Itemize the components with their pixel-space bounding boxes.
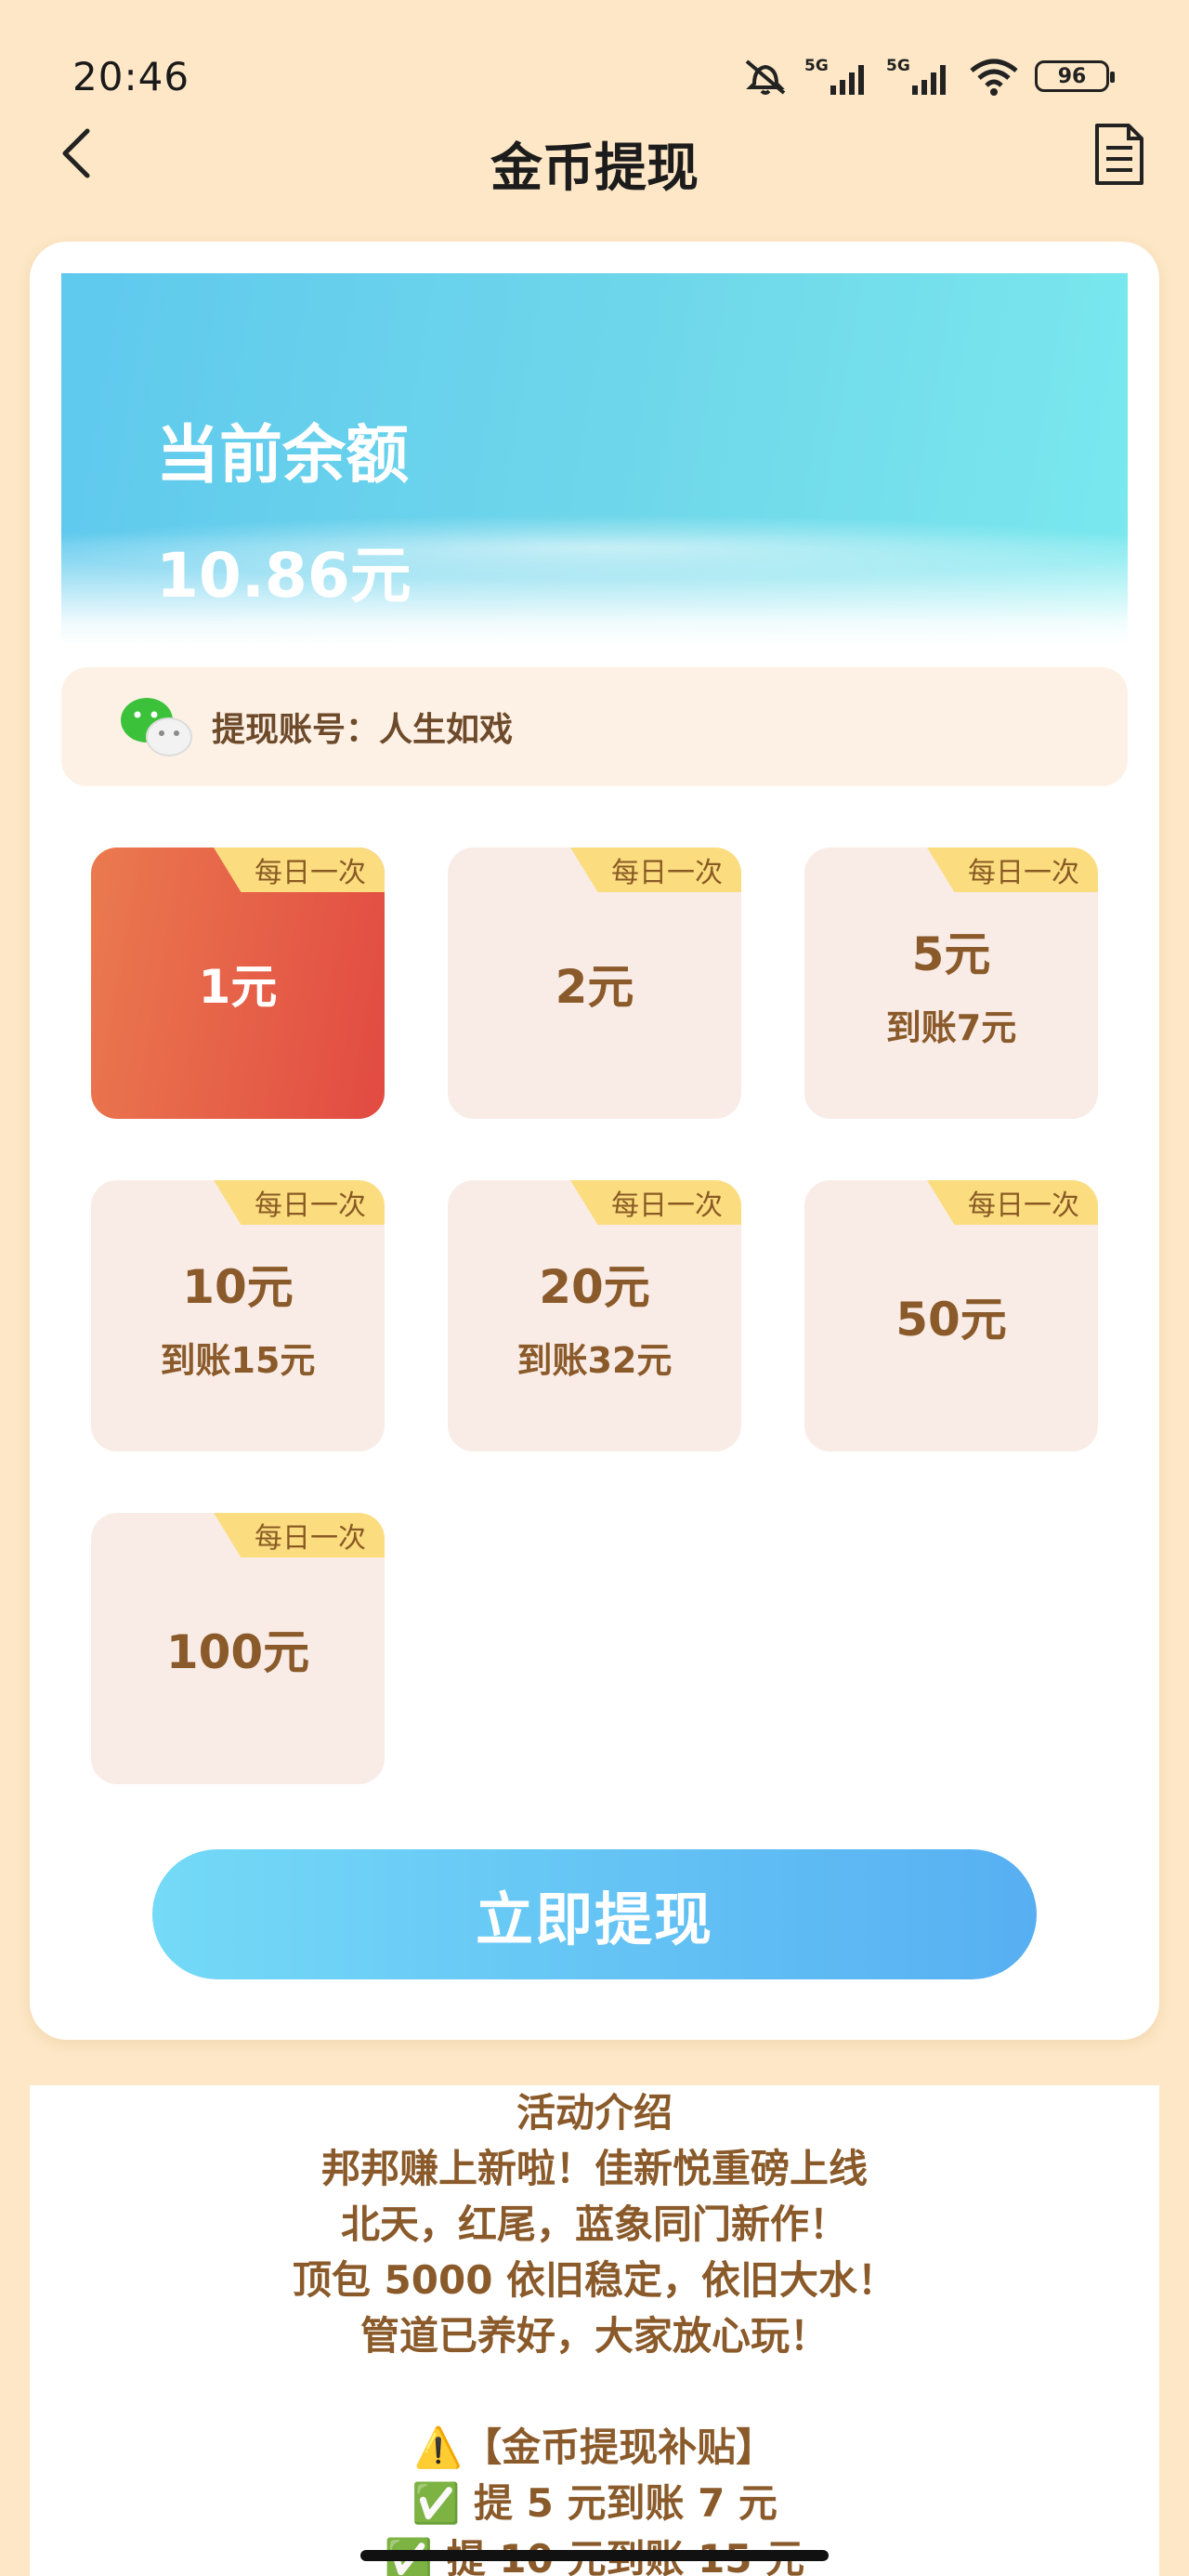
option-amount: 100元: [165, 1625, 310, 1679]
amount-option-1[interactable]: 每日一次 1元: [91, 848, 385, 1119]
amount-option-20[interactable]: 每日一次 20元 到账32元: [448, 1180, 741, 1452]
activity-line: 管道已养好，大家放心玩！: [359, 2313, 829, 2359]
svg-text:5G: 5G: [804, 57, 829, 75]
amount-option-50[interactable]: 每日一次 50元: [804, 1180, 1098, 1452]
option-amount: 5元: [911, 927, 991, 981]
amount-option-5[interactable]: 每日一次 5元 到账7元: [804, 848, 1098, 1119]
amount-option-10[interactable]: 每日一次 10元 到账15元: [91, 1180, 385, 1452]
amount-option-100[interactable]: 每日一次 100元: [91, 1513, 385, 1784]
account-text: 提现账号：人生如戏: [212, 711, 514, 749]
daily-once-tag: 每日一次: [927, 1180, 1098, 1225]
status-bar: 20:46 5G 5G 96: [0, 0, 1189, 112]
daily-once-tag: 每日一次: [214, 848, 385, 892]
header: 金币提现: [0, 112, 1189, 204]
activity-line: 邦邦赚上新啦！佳新悦重磅上线: [320, 2146, 868, 2191]
subsidy-line: ✅ 提 5 元到账 7 元: [412, 2480, 777, 2526]
balance-banner: 当前余额 10.86元: [61, 273, 1128, 645]
status-time: 20:46: [72, 54, 190, 99]
daily-once-tag: 每日一次: [214, 1180, 385, 1225]
balance-value: 10.86元: [156, 540, 412, 611]
withdraw-account: 提现账号：人生如戏: [61, 667, 1128, 786]
option-amount: 1元: [198, 960, 278, 1014]
activity-intro: 活动介绍 邦邦赚上新啦！佳新悦重磅上线 北天，红尾，蓝象同门新作！ 顶包 500…: [30, 2085, 1159, 2576]
wechat-icon: [121, 698, 192, 756]
withdraw-card: 当前余额 10.86元 提现账号：人生如戏 每日一次 1元 每日一次 2元 每日…: [30, 242, 1159, 2040]
option-amount: 10元: [182, 1259, 294, 1314]
activity-line: 北天，红尾，蓝象同门新作！: [340, 2201, 848, 2247]
option-receive: 到账7元: [885, 1006, 1017, 1048]
daily-once-tag: 每日一次: [927, 848, 1098, 892]
option-amount: 50元: [895, 1293, 1007, 1347]
option-amount: 20元: [539, 1259, 650, 1314]
balance-label: 当前余额: [156, 419, 410, 493]
svg-text:5G: 5G: [886, 57, 910, 75]
option-receive: 到账32元: [516, 1339, 673, 1381]
signal-5g-icon: 5G: [886, 56, 953, 97]
amount-option-2[interactable]: 每日一次 2元: [448, 848, 741, 1119]
home-indicator: [360, 2550, 829, 2561]
subsidy-title: ⚠️【金币提现补贴】: [413, 2425, 776, 2470]
withdraw-now-button[interactable]: 立即提现: [152, 1849, 1037, 1979]
option-receive: 到账15元: [160, 1339, 316, 1381]
daily-once-tag: 每日一次: [570, 1180, 741, 1225]
mute-icon: [741, 56, 790, 97]
wifi-icon: [968, 56, 1020, 97]
status-icons: 5G 5G 96: [741, 56, 1115, 97]
option-amount: 2元: [555, 960, 634, 1014]
daily-once-tag: 每日一次: [214, 1513, 385, 1557]
document-icon: [1095, 124, 1143, 185]
battery-icon: 96: [1035, 60, 1115, 92]
page-title: 金币提现: [490, 138, 699, 199]
signal-5g-icon: 5G: [804, 56, 871, 97]
record-button[interactable]: [1087, 117, 1152, 191]
activity-line: 顶包 5000 依旧稳定，依旧大水！: [292, 2257, 897, 2303]
activity-title: 活动介绍: [516, 2090, 673, 2136]
daily-once-tag: 每日一次: [570, 848, 741, 892]
